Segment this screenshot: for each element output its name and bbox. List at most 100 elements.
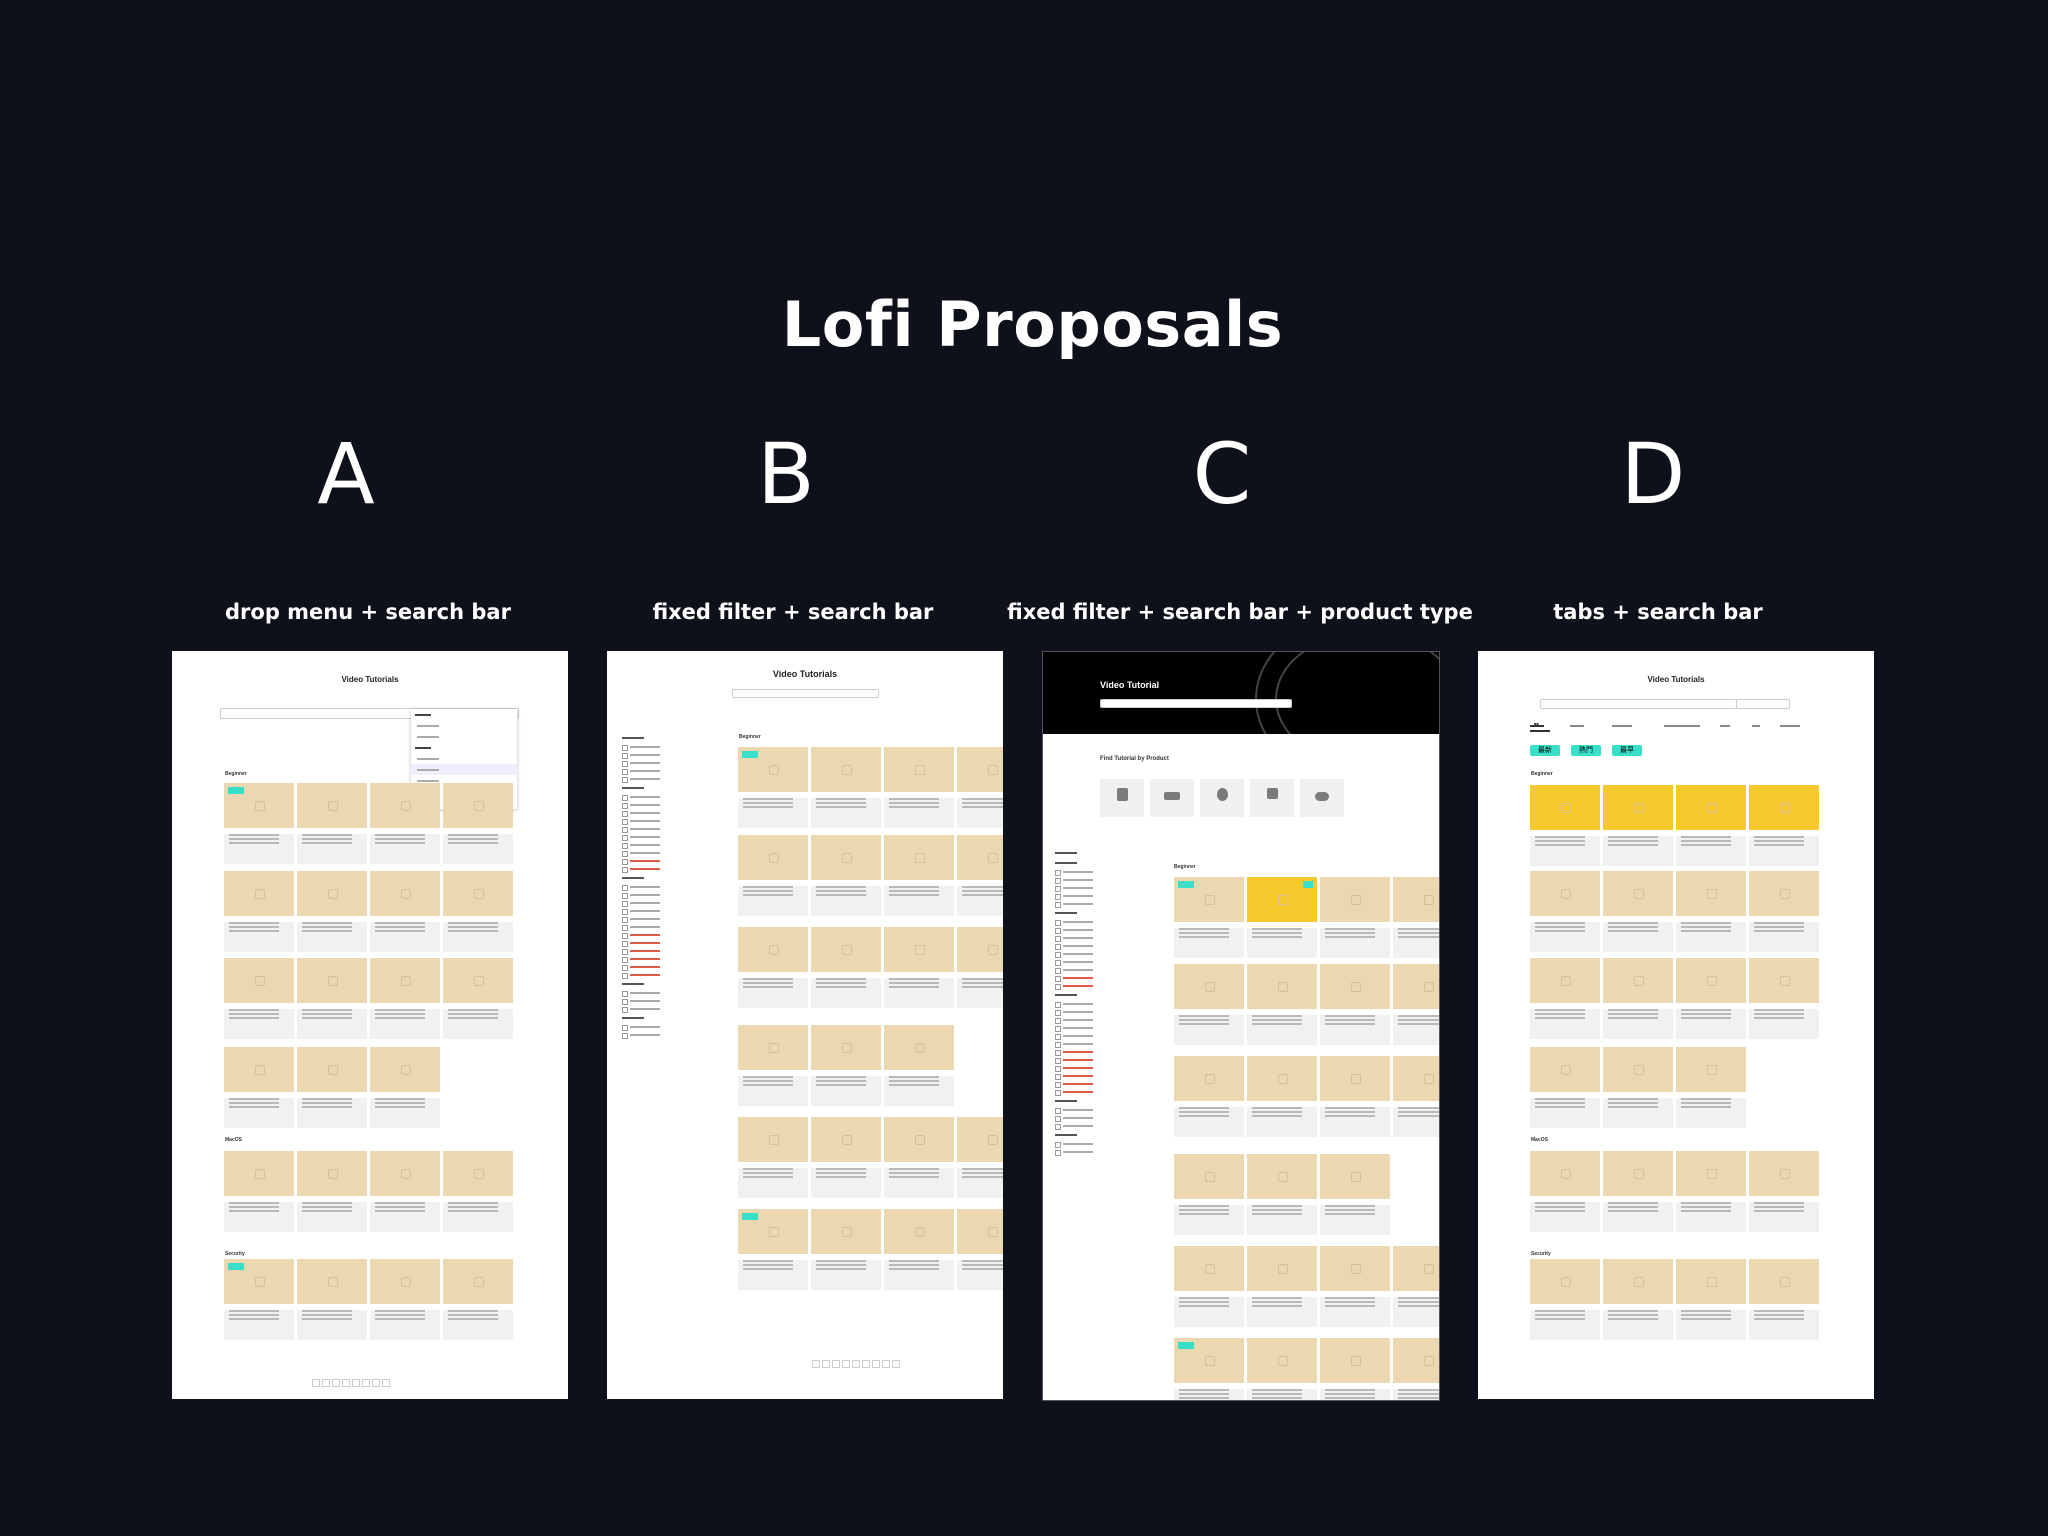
panel-d-search-input[interactable] bbox=[1540, 699, 1737, 709]
video-card[interactable] bbox=[1393, 964, 1439, 1045]
video-card[interactable] bbox=[884, 1025, 954, 1106]
product-type-networking[interactable] bbox=[1150, 779, 1194, 817]
video-card[interactable] bbox=[224, 783, 294, 864]
video-card[interactable] bbox=[1530, 1047, 1600, 1128]
video-card[interactable] bbox=[1174, 877, 1244, 958]
product-type-nas[interactable] bbox=[1100, 779, 1144, 817]
mockup-panel-c[interactable]: Video Tutorial Find Tutorial by Product … bbox=[1042, 651, 1440, 1401]
video-card[interactable] bbox=[957, 927, 1003, 1008]
video-card[interactable] bbox=[738, 1025, 808, 1106]
video-card[interactable] bbox=[1603, 1259, 1673, 1340]
video-card[interactable] bbox=[1603, 1047, 1673, 1128]
video-card[interactable] bbox=[1676, 1151, 1746, 1232]
video-card[interactable] bbox=[370, 871, 440, 952]
video-card[interactable] bbox=[1530, 871, 1600, 952]
mockup-panel-d[interactable]: Video Tutorials ■■ 最新 熱門 最早 Beginner Mac… bbox=[1478, 651, 1874, 1399]
video-card[interactable] bbox=[224, 871, 294, 952]
video-card[interactable] bbox=[957, 1117, 1003, 1198]
video-card[interactable] bbox=[1393, 877, 1439, 958]
video-card[interactable] bbox=[738, 747, 808, 828]
video-card[interactable] bbox=[957, 1209, 1003, 1290]
video-card[interactable] bbox=[1530, 1259, 1600, 1340]
video-card[interactable] bbox=[443, 1259, 513, 1340]
video-card[interactable] bbox=[1676, 958, 1746, 1039]
video-card[interactable] bbox=[1603, 1151, 1673, 1232]
video-card[interactable] bbox=[957, 835, 1003, 916]
filter-badge-popular[interactable]: 熱門 bbox=[1571, 745, 1601, 756]
product-type-c2-cloud[interactable] bbox=[1300, 779, 1344, 817]
video-card[interactable] bbox=[884, 927, 954, 1008]
video-card[interactable] bbox=[1247, 877, 1317, 958]
filter-badge-oldest[interactable]: 最早 bbox=[1612, 745, 1642, 756]
video-card[interactable] bbox=[1603, 785, 1673, 866]
video-card[interactable] bbox=[738, 927, 808, 1008]
video-card[interactable] bbox=[1676, 785, 1746, 866]
video-card[interactable] bbox=[370, 1047, 440, 1128]
video-card[interactable] bbox=[443, 783, 513, 864]
panel-b-pagination[interactable] bbox=[812, 1355, 902, 1368]
video-card[interactable] bbox=[957, 747, 1003, 828]
video-card[interactable] bbox=[224, 958, 294, 1039]
panel-b-search-input[interactable] bbox=[732, 689, 879, 698]
video-card[interactable] bbox=[1749, 958, 1819, 1039]
product-type-surveillance[interactable] bbox=[1200, 779, 1244, 817]
panel-d-tabs[interactable] bbox=[1530, 722, 1830, 730]
video-card[interactable] bbox=[297, 783, 367, 864]
video-card[interactable] bbox=[297, 1047, 367, 1128]
video-card[interactable] bbox=[1174, 1246, 1244, 1327]
video-card[interactable] bbox=[884, 747, 954, 828]
video-card[interactable] bbox=[1247, 1056, 1317, 1137]
video-card[interactable] bbox=[1676, 1259, 1746, 1340]
video-card[interactable] bbox=[443, 958, 513, 1039]
video-card[interactable] bbox=[370, 783, 440, 864]
filter-badge-latest[interactable]: 最新 bbox=[1530, 745, 1560, 756]
video-card[interactable] bbox=[297, 958, 367, 1039]
video-card[interactable] bbox=[297, 871, 367, 952]
video-card[interactable] bbox=[297, 1259, 367, 1340]
panel-a-search-input[interactable] bbox=[220, 708, 412, 719]
video-card[interactable] bbox=[1320, 877, 1390, 958]
video-card[interactable] bbox=[297, 1151, 367, 1232]
video-card[interactable] bbox=[811, 1025, 881, 1106]
video-card[interactable] bbox=[1676, 1047, 1746, 1128]
video-card[interactable] bbox=[370, 958, 440, 1039]
video-card[interactable] bbox=[811, 835, 881, 916]
video-card[interactable] bbox=[884, 1117, 954, 1198]
video-card[interactable] bbox=[1174, 1056, 1244, 1137]
video-card[interactable] bbox=[224, 1151, 294, 1232]
video-card[interactable] bbox=[811, 1209, 881, 1290]
mockup-panel-a[interactable]: Video Tutorials Beginner MacOS Security bbox=[172, 651, 568, 1399]
video-card[interactable] bbox=[1530, 1151, 1600, 1232]
video-card[interactable] bbox=[738, 1209, 808, 1290]
video-card[interactable] bbox=[884, 1209, 954, 1290]
video-card[interactable] bbox=[1393, 1246, 1439, 1327]
video-card[interactable] bbox=[1320, 964, 1390, 1045]
video-card[interactable] bbox=[1676, 871, 1746, 952]
video-card[interactable] bbox=[738, 1117, 808, 1198]
video-card[interactable] bbox=[1247, 1338, 1317, 1400]
video-card[interactable] bbox=[443, 871, 513, 952]
panel-a-pagination[interactable] bbox=[312, 1374, 392, 1387]
video-card[interactable] bbox=[1393, 1338, 1439, 1400]
video-card[interactable] bbox=[1247, 1154, 1317, 1235]
video-card[interactable] bbox=[1174, 1338, 1244, 1400]
video-card[interactable] bbox=[1530, 958, 1600, 1039]
video-card[interactable] bbox=[811, 747, 881, 828]
video-card[interactable] bbox=[1749, 871, 1819, 952]
panel-b-filter-sidebar[interactable] bbox=[622, 733, 697, 1039]
panel-d-category-select[interactable] bbox=[1736, 699, 1790, 709]
video-card[interactable] bbox=[370, 1151, 440, 1232]
video-card[interactable] bbox=[224, 1259, 294, 1340]
video-card[interactable] bbox=[1749, 785, 1819, 866]
video-card[interactable] bbox=[1530, 785, 1600, 866]
video-card[interactable] bbox=[1320, 1338, 1390, 1400]
video-card[interactable] bbox=[1603, 958, 1673, 1039]
video-card[interactable] bbox=[1320, 1056, 1390, 1137]
video-card[interactable] bbox=[443, 1151, 513, 1232]
video-card[interactable] bbox=[1603, 871, 1673, 952]
panel-c-search-input[interactable] bbox=[1100, 699, 1292, 708]
video-card[interactable] bbox=[1749, 1259, 1819, 1340]
video-card[interactable] bbox=[370, 1259, 440, 1340]
product-type-beestation[interactable] bbox=[1250, 779, 1294, 817]
panel-c-filter-sidebar[interactable] bbox=[1055, 848, 1130, 1156]
